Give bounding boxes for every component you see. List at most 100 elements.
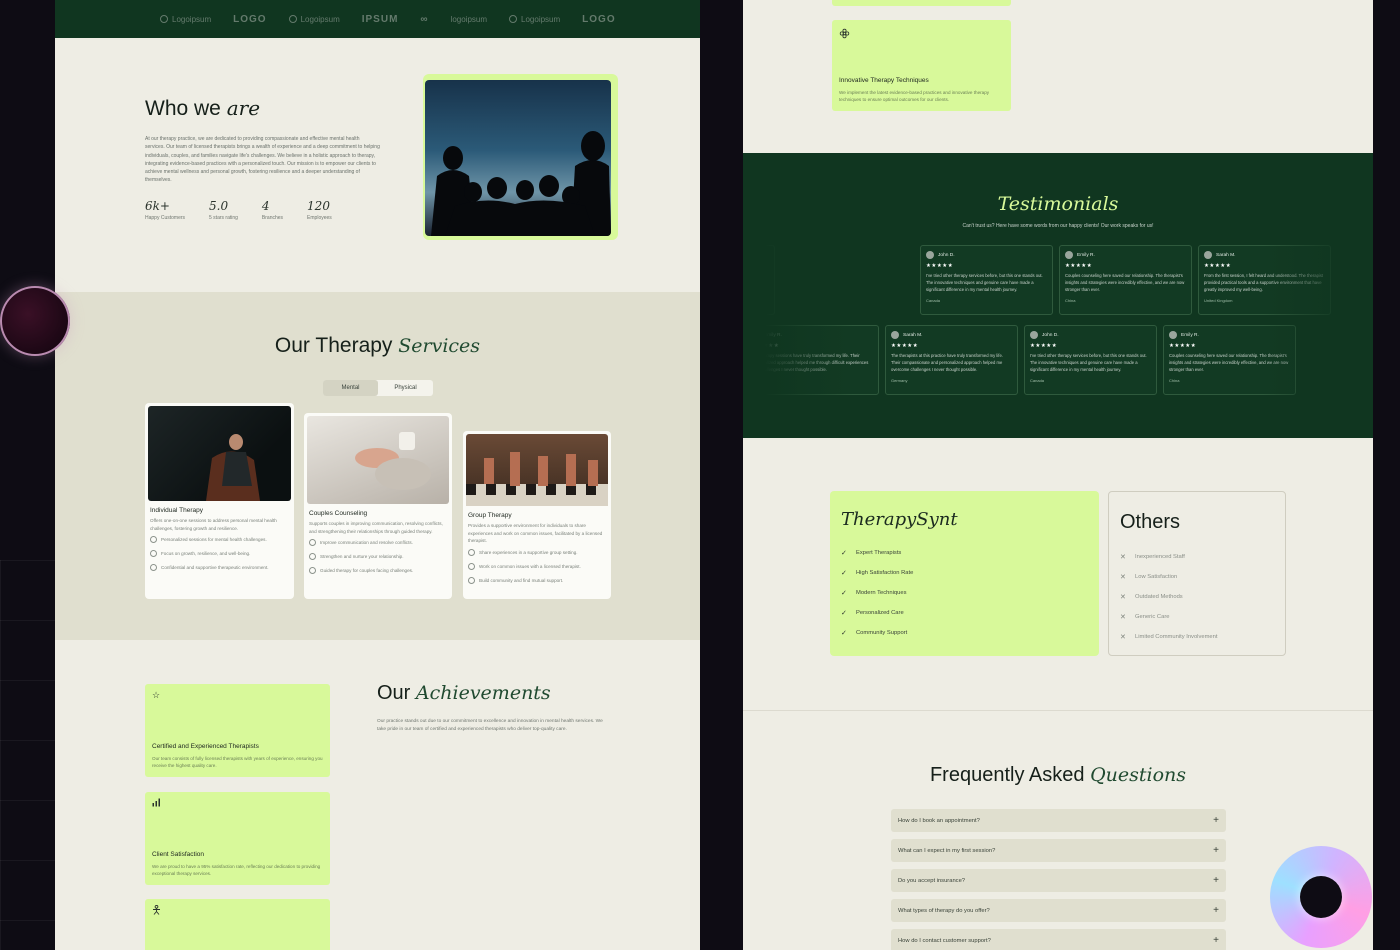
reviewer-name: Sarah M. xyxy=(1216,252,1236,258)
decorative-orb xyxy=(0,286,70,356)
services-tabs: Mental Physical xyxy=(323,380,433,396)
brand-feature: ✓ Modern Techniques xyxy=(841,590,907,597)
faq-title: Frequently Asked Questions xyxy=(929,764,1187,786)
others-feature: ✕ Inexperienced Staff xyxy=(1120,554,1185,561)
reviewer-name: John D. xyxy=(1042,332,1059,338)
partner-logo: Logoipsum xyxy=(160,15,211,24)
avatar xyxy=(1204,251,1212,259)
person-icon xyxy=(152,904,323,917)
partner-logo: Logoipsum xyxy=(288,15,340,24)
achievement-card-satisfaction: Client Satisfaction We are proud to have… xyxy=(145,792,330,885)
hero-group-silhouette-image xyxy=(425,80,611,236)
carousel-fade-left xyxy=(743,233,853,438)
comparison-others-card: Others ✕ Inexperienced Staff ✕ Low Satisfac… xyxy=(1108,491,1286,656)
reviewer-country: Canada xyxy=(926,297,941,303)
about-body: At our therapy practice, we are dedicate… xyxy=(145,136,380,184)
faq-item[interactable]: Do you accept insurance? + xyxy=(891,869,1226,892)
service-point: Personalized sessions for mental health … xyxy=(150,536,289,543)
faq-question: What can I expect in my first session? xyxy=(898,847,996,854)
check-icon: ✓ xyxy=(841,630,847,637)
review-text: Couples counseling here saved our relati… xyxy=(1065,273,1185,293)
faq-item[interactable]: How do I contact customer support? + xyxy=(891,929,1226,950)
service-card-couples[interactable]: Couples Counseling Supports couples in i… xyxy=(304,413,452,599)
service-point: Guided therapy for couples facing challe… xyxy=(309,567,447,574)
stat-rating: 5.0 5 stars rating xyxy=(209,198,238,221)
about-section: Who we are At our therapy practice, we a… xyxy=(145,96,385,221)
cross-icon: ✕ xyxy=(1120,634,1126,641)
service-title: Individual Therapy xyxy=(150,507,203,514)
reviewer-name: Emily R. xyxy=(1181,332,1199,338)
achievement-card-community xyxy=(145,899,330,950)
achievement-title: Innovative Therapy Techniques xyxy=(839,77,929,84)
service-title: Couples Counseling xyxy=(309,510,368,517)
reviewer-name: Emily R. xyxy=(1077,252,1095,258)
logo-strip: Logoipsum LOGO Logoipsum IPSUM ∞ logoipsum Log… xyxy=(55,0,700,38)
cross-icon: ✕ xyxy=(1120,554,1126,561)
achievement-card-certified: ☆ Certified and Experienced Therapists O… xyxy=(145,684,330,777)
logo-mark-icon xyxy=(288,15,297,23)
check-icon: ✓ xyxy=(841,590,847,597)
faq-item[interactable]: What types of therapy do you offer? + xyxy=(891,899,1226,922)
tab-physical[interactable]: Physical xyxy=(378,380,433,396)
testimonial-card: Emily R. ★★★★★ Couples counseling here sav… xyxy=(1059,245,1192,315)
achievement-desc: Our team consists of fully licensed ther… xyxy=(152,756,323,768)
service-point: Share experiences in a supportive group … xyxy=(468,549,606,556)
others-feature: ✕ Outdated Methods xyxy=(1120,594,1183,601)
partner-logo: LOGO xyxy=(582,13,616,25)
plus-icon[interactable]: + xyxy=(1213,815,1219,826)
chart-icon xyxy=(152,798,323,809)
reviewer-country: China xyxy=(1065,297,1076,303)
plus-icon[interactable]: + xyxy=(1213,845,1219,856)
service-card-individual[interactable]: Individual Therapy Offers one-on-one ses… xyxy=(145,403,294,599)
service-point: Focus on growth, resilience, and well-be… xyxy=(150,550,289,557)
avatar xyxy=(1030,331,1038,339)
avatar xyxy=(926,251,934,259)
plus-icon[interactable]: + xyxy=(1213,905,1219,916)
check-icon: ✓ xyxy=(841,610,847,617)
comparison-brand-card: TherapySynt ✓ Expert Therapists ✓ High Sati… xyxy=(830,491,1099,656)
group-therapy-image xyxy=(466,434,608,506)
achievement-title: Certified and Experienced Therapists xyxy=(152,743,259,750)
avatar xyxy=(1169,331,1177,339)
brand-feature: ✓ Personalized Care xyxy=(841,610,904,617)
check-icon: ✓ xyxy=(841,570,847,577)
cross-icon: ✕ xyxy=(1120,594,1126,601)
partner-logo: Logoipsum xyxy=(509,15,560,24)
reviewer-name: Sarah M. xyxy=(903,332,923,338)
section-divider xyxy=(743,710,1373,711)
faq-item[interactable]: How do I book an appointment? + xyxy=(891,809,1226,832)
testimonial-card: John D. ★★★★★ I've tried other therapy ser… xyxy=(1024,325,1157,395)
service-card-group[interactable]: Group Therapy Provides a supportive envi… xyxy=(463,431,611,599)
flower-icon xyxy=(839,26,1004,44)
achievements-section: ☆ Certified and Experienced Therapists O… xyxy=(55,640,700,950)
faq-question: How do I book an appointment? xyxy=(898,817,980,824)
stat-customers: 6k+ Happy Customers xyxy=(145,198,186,221)
reviewer-country: Canada xyxy=(1030,377,1045,383)
check-icon: ✓ xyxy=(841,550,847,557)
service-desc: Supports couples in improving communicat… xyxy=(309,521,443,534)
faq-item[interactable]: What can I expect in my first session? + xyxy=(891,839,1226,862)
testimonials-title: Testimonials xyxy=(997,193,1119,215)
star-icon: ☆ xyxy=(152,690,161,700)
stats-row: 6k+ Happy Customers 5.0 5 stars rating 4 Br… xyxy=(145,199,385,221)
cross-icon: ✕ xyxy=(1120,614,1126,621)
tab-mental[interactable]: Mental xyxy=(323,380,378,396)
service-point: Work on common issues with a licensed th… xyxy=(468,563,606,570)
service-point: Confidential and supportive therapeutic … xyxy=(150,564,289,571)
others-title: Others xyxy=(1120,511,1181,533)
logo-mark-icon xyxy=(160,15,168,23)
plus-icon[interactable]: + xyxy=(1213,935,1219,946)
review-text: I've tried other therapy services before… xyxy=(1030,353,1147,373)
rating-stars: ★★★★★ xyxy=(891,343,919,349)
reviewer-country: Germany xyxy=(891,377,908,383)
service-point: Improve communication and resolve confli… xyxy=(309,539,447,546)
faq-question: Do you accept insurance? xyxy=(898,877,966,884)
decorative-ring xyxy=(1270,846,1372,948)
plus-icon[interactable]: + xyxy=(1213,875,1219,886)
individual-therapy-image xyxy=(148,406,291,501)
partner-logo: logoipsum xyxy=(450,14,488,24)
cross-icon: ✕ xyxy=(1120,574,1126,581)
others-feature-list: ✕ Inexperienced Staff ✕ Low Satisfaction ✕ Ou… xyxy=(1120,547,1285,647)
achievements-intro: Our practice stands out due to our commi… xyxy=(377,719,603,732)
logo-mark-icon xyxy=(509,15,518,23)
